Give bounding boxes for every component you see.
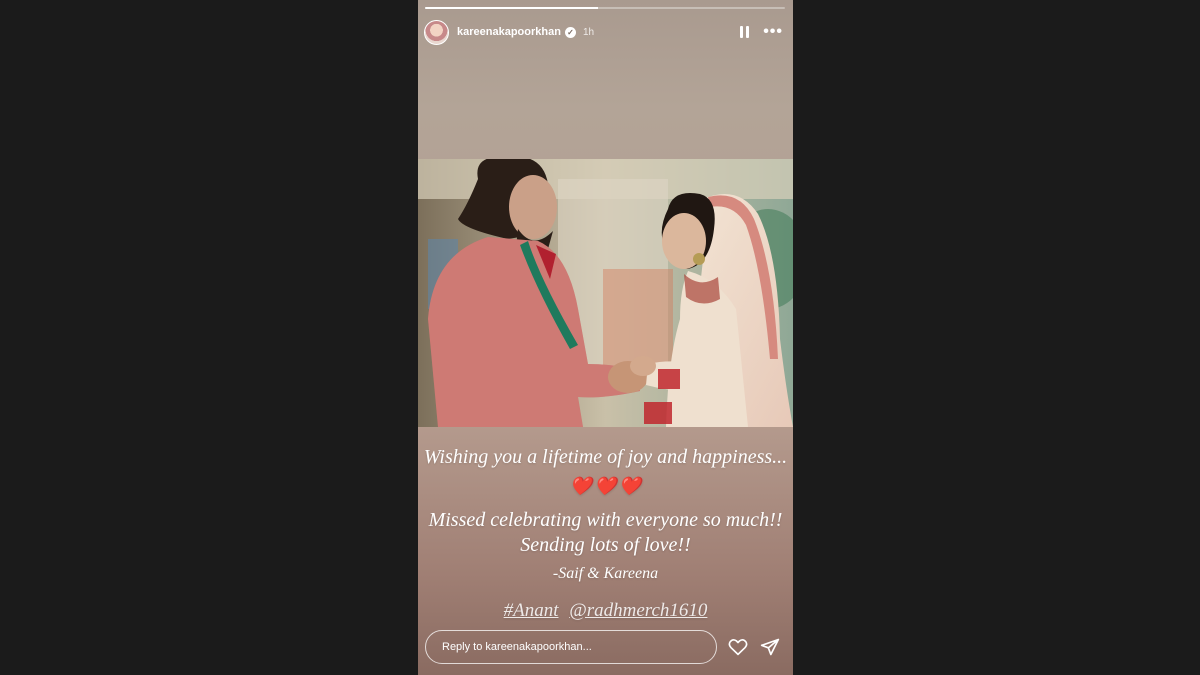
progress-segment	[425, 7, 785, 9]
username[interactable]: kareenakapoorkhan	[457, 26, 561, 38]
verified-badge-icon: ✓	[564, 26, 576, 38]
caption-signature: -Saif & Kareena	[552, 565, 659, 582]
caption-line-3: Sending lots of love!!	[520, 534, 691, 556]
story-viewer[interactable]: kareenakapoorkhan ✓ 1h ••• Wishing you a…	[418, 0, 793, 675]
story-photo	[418, 159, 793, 427]
caption-hearts: ❤️ ❤️ ❤️	[418, 476, 793, 497]
heart-emoji: ❤️	[569, 476, 593, 496]
caption-line-2: Missed celebrating with everyone so much…	[418, 508, 793, 558]
hashtag-link[interactable]: #Anant	[504, 600, 559, 621]
heart-emoji: ❤️	[594, 476, 617, 496]
story-progress	[425, 7, 785, 10]
heart-emoji: ❤️	[618, 476, 642, 496]
caption-line-1: Wishing you a lifetime of joy and happin…	[423, 446, 788, 468]
caption-tags: #Anant @radhmerch1610	[418, 600, 793, 622]
reply-input[interactable]: Reply to kareenakapoorkhan...	[425, 630, 717, 664]
send-icon[interactable]	[759, 636, 781, 658]
more-icon[interactable]: •••	[763, 24, 783, 40]
story-time: 1h	[582, 26, 595, 38]
caption-line-2a: Missed celebrating with everyone so much…	[428, 509, 783, 531]
story-controls: •••	[740, 24, 783, 40]
avatar[interactable]	[424, 19, 449, 45]
story-header: kareenakapoorkhan ✓ 1h •••	[424, 18, 787, 46]
mention-link[interactable]: @radhmerch1610	[569, 600, 707, 621]
pause-icon[interactable]	[740, 26, 750, 38]
progress-fill	[425, 7, 598, 9]
heart-icon[interactable]	[727, 636, 749, 658]
reply-bar: Reply to kareenakapoorkhan...	[425, 630, 786, 664]
